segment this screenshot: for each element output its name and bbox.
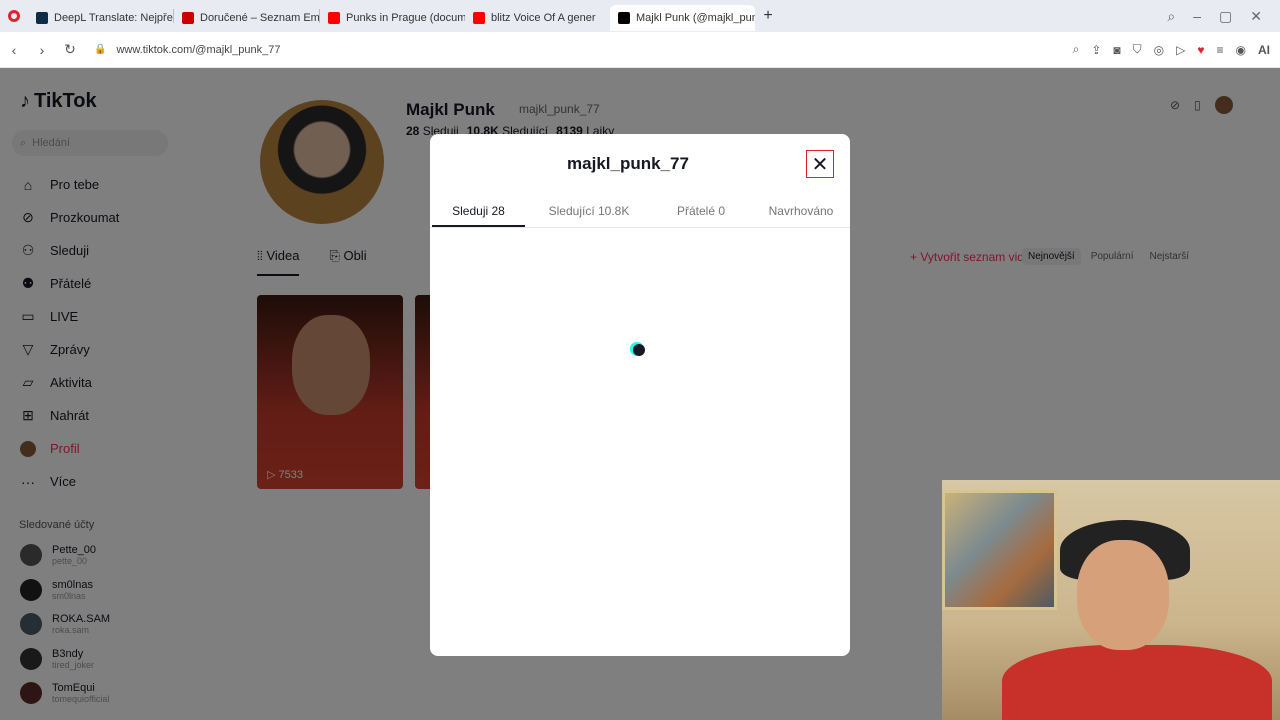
tab-label: blitz Voice Of A gener [491, 12, 596, 24]
opera-logo-icon[interactable] [0, 0, 28, 32]
tab-label: DeepL Translate: Nejpřesn [54, 12, 173, 24]
seznam-icon [182, 12, 194, 24]
tab-suggested[interactable]: Navrhováno [761, 202, 841, 227]
new-tab-button[interactable]: + [755, 7, 781, 25]
reload-icon[interactable]: ↻ [56, 41, 84, 58]
forward-icon[interactable]: › [28, 42, 56, 58]
close-icon: ✕ [811, 153, 829, 176]
minimize-icon[interactable]: – [1193, 8, 1201, 25]
profile-icon[interactable]: ◉ [1236, 43, 1246, 57]
tab-label: Doručené – Seznam Email [200, 12, 319, 24]
menu-icon[interactable]: ≡ [1217, 43, 1224, 57]
browser-tab[interactable]: Doručené – Seznam Email [174, 5, 319, 31]
youtube-icon [473, 12, 485, 24]
modal-tabs: Sleduji 28 Sledující 10.8K Přátelé 0 Nav… [430, 202, 850, 228]
modal-title: majkl_punk_77 [567, 154, 689, 173]
tab-friends[interactable]: Přátelé 0 [661, 202, 741, 227]
tab-label: Punks in Prague (documer [346, 12, 465, 24]
tiktok-icon [618, 12, 630, 24]
ai-icon[interactable]: AI [1258, 43, 1270, 57]
find-icon[interactable]: ⌕ [1073, 42, 1080, 57]
webcam-painting [942, 490, 1057, 610]
search-icon[interactable]: ⌕ [1167, 8, 1175, 25]
youtube-icon [328, 12, 340, 24]
close-button[interactable]: ✕ [806, 150, 834, 178]
webcam-person-shirt [1002, 645, 1272, 720]
webcam-person-face [1077, 540, 1169, 650]
webcam-overlay [942, 480, 1280, 720]
close-window-icon[interactable]: ✕ [1250, 8, 1262, 25]
address-bar: ‹ › ↻ 🔒 www.tiktok.com/@majkl_punk_77 ⌕ … [0, 32, 1280, 68]
share-icon[interactable]: ⇪ [1091, 43, 1101, 57]
tab-followers[interactable]: Sledující 10.8K [537, 202, 641, 227]
camera-icon[interactable]: ◙ [1113, 43, 1120, 57]
url-field[interactable]: 🔒 www.tiktok.com/@majkl_punk_77 [94, 44, 280, 56]
shield-icon[interactable]: ⛉ [1133, 42, 1142, 57]
deepl-icon [36, 12, 48, 24]
tab-label: Majkl Punk (@majkl_punk [636, 12, 755, 24]
url-text: www.tiktok.com/@majkl_punk_77 [116, 43, 281, 56]
tab-following[interactable]: Sleduji 28 [432, 202, 525, 227]
browser-tab-bar: DeepL Translate: Nejpřesn Doručené – Sez… [0, 0, 1280, 32]
browser-tab[interactable]: Punks in Prague (documer [320, 5, 465, 31]
back-icon[interactable]: ‹ [0, 42, 28, 58]
heart-icon[interactable]: ♥ [1197, 43, 1204, 57]
following-modal: majkl_punk_77 ✕ Sleduji 28 Sledující 10.… [430, 134, 850, 656]
maximize-icon[interactable]: ▢ [1219, 8, 1232, 25]
browser-tab[interactable]: DeepL Translate: Nejpřesn [28, 5, 173, 31]
browser-tab[interactable]: blitz Voice Of A gener [465, 5, 610, 31]
browser-tab-active[interactable]: Majkl Punk (@majkl_punk [610, 5, 755, 31]
address-bar-icons: ⌕ ⇪ ◙ ⛉ ◎ ▷ ♥ ≡ ◉ AI [1073, 42, 1280, 57]
loading-spinner-icon [633, 344, 645, 356]
play-icon[interactable]: ▷ [1176, 43, 1185, 57]
vpn-icon[interactable]: ◎ [1154, 43, 1164, 57]
lock-icon: 🔒 [94, 44, 107, 55]
window-controls: ⌕ – ▢ ✕ [1167, 8, 1280, 25]
